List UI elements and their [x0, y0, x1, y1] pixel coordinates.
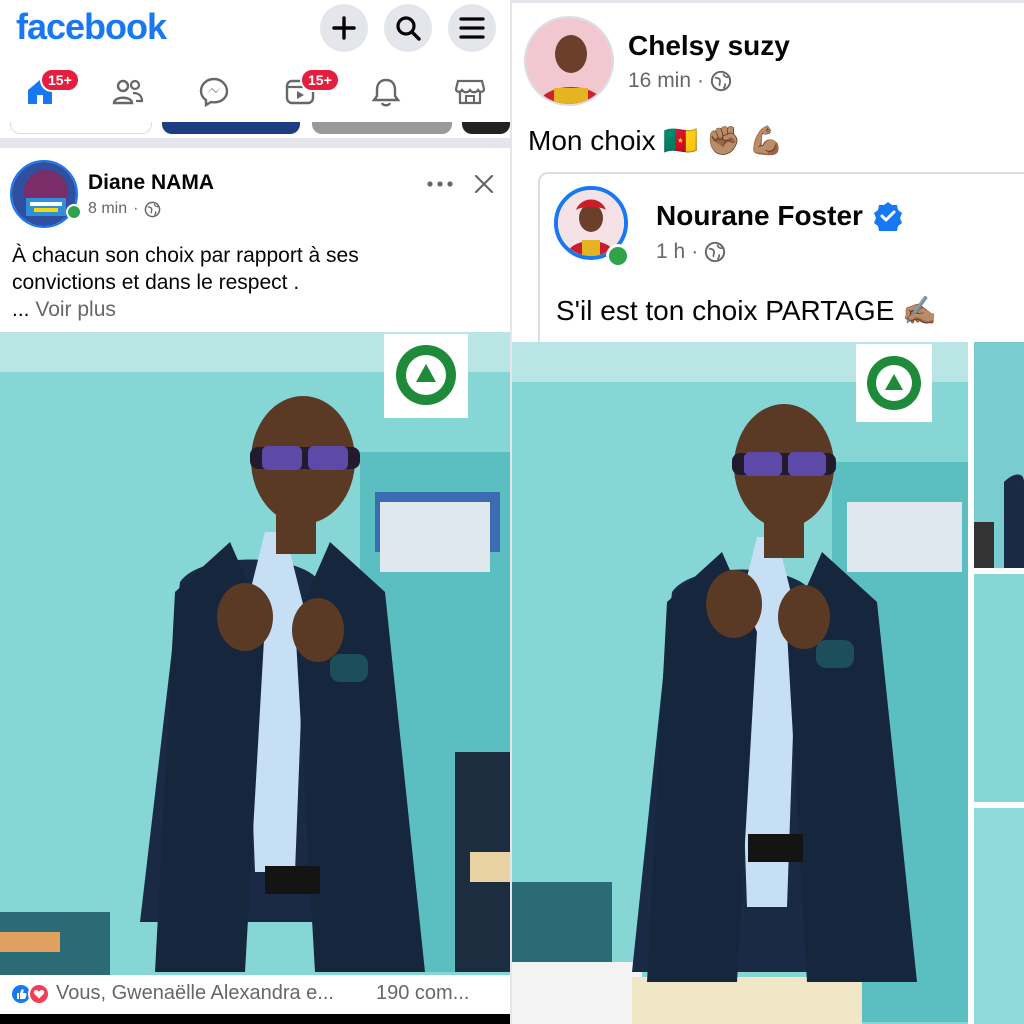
reaction-icons[interactable] [10, 983, 50, 1005]
more-options-button[interactable] [426, 172, 454, 201]
search-icon [396, 16, 421, 41]
verified-badge-icon [873, 202, 902, 231]
post-photo[interactable] [0, 332, 510, 975]
post-meta: 16 min · [628, 69, 732, 93]
story-card[interactable] [462, 122, 510, 134]
friends-icon [112, 79, 144, 105]
shared-post-text: S'il est ton choix PARTAGE ✍🏽 [556, 295, 938, 326]
globe-icon [145, 201, 161, 217]
tab-friends[interactable] [98, 66, 158, 118]
close-icon [474, 174, 494, 194]
reactions-summary[interactable]: Vous, Gwenaëlle Alexandra e... [56, 982, 334, 1005]
video-badge: 15+ [300, 68, 340, 92]
post-author-name[interactable]: Chelsy suzy [628, 30, 790, 62]
post-time[interactable]: 16 min [628, 69, 691, 93]
post-text: À chacun son choix par rapport à ses con… [12, 242, 502, 323]
bell-icon [371, 78, 401, 107]
meta-dot: · [691, 240, 699, 263]
see-more-link[interactable]: Voir plus [35, 298, 116, 321]
post-meta: 8 min · [88, 200, 161, 218]
meta-dot: · [697, 69, 705, 92]
post-caption: Mon choix 🇨🇲 ✊🏽 💪🏽 [528, 125, 784, 156]
top-edge [512, 0, 1024, 3]
post-text-line: À chacun son choix par rapport à ses [12, 244, 359, 267]
facebook-logo[interactable]: facebook [16, 6, 167, 48]
tab-marketplace[interactable] [440, 66, 500, 118]
globe-icon [710, 70, 732, 92]
menu-icon [459, 17, 485, 39]
tab-messenger[interactable] [184, 66, 244, 118]
plus-icon [332, 16, 356, 40]
nav-tabs: 15+ 15+ [0, 66, 510, 118]
menu-button[interactable] [448, 4, 496, 52]
shared-post-time[interactable]: 1 h [656, 240, 685, 264]
shared-author-name[interactable]: Nourane Foster [656, 200, 863, 232]
screenshot-root: facebook 15+ 15+ Diane NAMA 8 min · À ch… [0, 0, 1024, 1024]
tab-video[interactable]: 15+ [270, 66, 340, 118]
post-photo-image [0, 332, 510, 975]
tab-notifications[interactable] [356, 66, 416, 118]
see-more-line: ... Voir plus [12, 296, 502, 323]
post-time[interactable]: 8 min [88, 200, 127, 218]
ellipsis: ... [12, 298, 36, 321]
globe-icon [705, 241, 726, 263]
photo-thumb-image [974, 342, 1024, 568]
story-card[interactable] [10, 122, 152, 134]
shared-author-row: Nourane Foster [656, 200, 903, 232]
post-author-name[interactable]: Diane NAMA [88, 171, 214, 195]
shared-post-meta: 1 h · [656, 240, 726, 264]
more-icon [427, 181, 453, 187]
comments-count[interactable]: 190 com... [376, 982, 469, 1005]
hide-post-button[interactable] [473, 173, 495, 200]
post-text-line: convictions et dans le respect . [12, 271, 300, 294]
shared-post-photo-3[interactable] [974, 574, 1024, 802]
home-badge: 15+ [40, 68, 80, 92]
shared-post-photo-2[interactable] [974, 342, 1024, 568]
shared-post-photo-4[interactable] [974, 808, 1024, 1024]
search-button[interactable] [384, 4, 432, 52]
meta-dot: · [133, 200, 139, 217]
avatar-chelsy[interactable] [524, 16, 614, 106]
bottom-edge [0, 1014, 510, 1024]
tab-home[interactable]: 15+ [10, 66, 80, 118]
messenger-icon [199, 77, 229, 108]
avatar-image [526, 18, 612, 104]
create-button[interactable] [320, 4, 368, 52]
shared-photo-image [512, 342, 968, 1024]
marketplace-icon [454, 79, 486, 105]
story-card[interactable] [312, 122, 452, 134]
online-indicator [606, 244, 630, 268]
online-indicator [66, 204, 82, 220]
left-screen: facebook 15+ 15+ Diane NAMA 8 min · À ch… [0, 0, 510, 1024]
feed-separator [0, 138, 510, 148]
stories-strip[interactable] [0, 122, 510, 136]
shared-post-photo[interactable] [512, 342, 968, 1024]
love-reaction-icon [28, 983, 50, 1005]
top-bar: facebook 15+ 15+ [0, 0, 510, 134]
story-card[interactable] [162, 122, 300, 134]
